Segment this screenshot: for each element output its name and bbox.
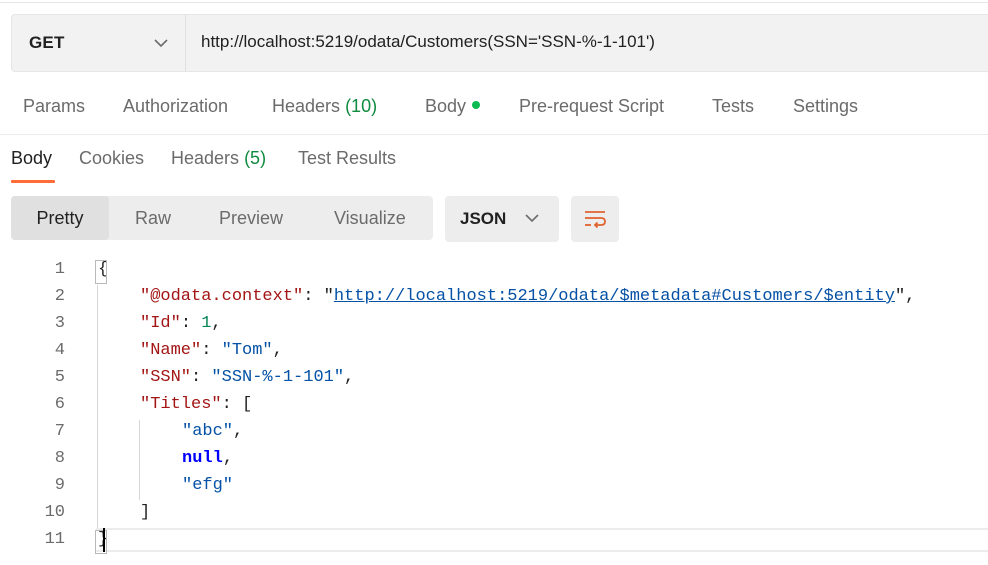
json-link[interactable]: http://localhost:5219/odata/$metadata#Cu… (334, 287, 895, 306)
code-line: 3 "Id": 1, (0, 311, 988, 338)
json-key: "Name" (140, 341, 202, 360)
json-key: "@odata.context" (140, 287, 304, 306)
url-input[interactable]: http://localhost:5219/odata/Customers(SS… (201, 32, 655, 52)
json-string: "SSN-%-1-101" (211, 368, 345, 387)
response-tab-body[interactable]: Body (11, 148, 52, 169)
method-divider (185, 15, 186, 71)
line-number: 2 (54, 287, 65, 306)
json-key: "SSN" (140, 368, 192, 387)
json-null: null (182, 449, 223, 468)
code-line: 7 "abc", (0, 419, 988, 446)
code-line: 4 "Name": "Tom", (0, 338, 988, 365)
view-raw-button[interactable]: Raw (135, 196, 171, 240)
json-open-bracket: [ (242, 395, 253, 414)
indent-guide (97, 285, 98, 528)
line-number: 9 (54, 476, 65, 495)
json-key: "Titles" (140, 395, 222, 414)
request-bar: GET http://localhost:5219/odata/Customer… (11, 14, 988, 72)
headers-count: (10) (345, 96, 378, 116)
tab-headers[interactable]: Headers (10) (272, 96, 377, 117)
json-string: "Tom" (221, 341, 273, 360)
code-line: 8 null, (0, 446, 988, 473)
line-number: 1 (54, 260, 65, 279)
bracket-match-highlight (95, 530, 107, 554)
json-close-bracket: ] (140, 503, 151, 522)
indent-guide (139, 420, 140, 500)
text-cursor (103, 528, 105, 552)
json-string: "efg" (182, 476, 234, 495)
tab-pre-request-script[interactable]: Pre-request Script (519, 96, 664, 117)
current-line-highlight (96, 528, 988, 552)
response-tab-headers[interactable]: Headers (5) (171, 148, 266, 169)
code-line: 2 "@odata.context": "http://localhost:52… (0, 284, 988, 311)
bracket-match-highlight (95, 260, 107, 284)
line-number: 5 (54, 368, 65, 387)
tab-settings[interactable]: Settings (793, 96, 858, 117)
active-tab-indicator (11, 180, 55, 183)
chevron-down-icon (154, 39, 168, 48)
line-number: 7 (54, 422, 65, 441)
response-headers-count: (5) (244, 148, 267, 168)
code-line: 1 { (0, 257, 988, 284)
code-line: 5 "SSN": "SSN-%-1-101", (0, 365, 988, 392)
tab-authorization[interactable]: Authorization (123, 96, 228, 117)
view-visualize-button[interactable]: Visualize (334, 196, 406, 240)
format-select[interactable]: JSON (445, 196, 559, 242)
tab-body[interactable]: Body (425, 96, 481, 117)
text-wrap-icon (585, 211, 606, 229)
code-line: 9 "efg" (0, 473, 988, 500)
view-mode-group: Pretty Raw Preview Visualize (11, 196, 433, 240)
wrap-lines-button[interactable] (571, 196, 619, 242)
json-string: "abc" (182, 422, 234, 441)
response-body-editor[interactable]: 1 { 2 "@odata.context": "http://localhos… (0, 256, 988, 565)
view-preview-button[interactable]: Preview (219, 196, 283, 240)
top-divider (0, 2, 988, 3)
tab-tests[interactable]: Tests (712, 96, 754, 117)
view-pretty-button[interactable]: Pretty (11, 196, 109, 240)
line-number: 6 (54, 395, 65, 414)
method-select[interactable]: GET (12, 15, 185, 71)
json-key: "Id" (140, 314, 181, 333)
method-label: GET (29, 33, 65, 52)
line-number: 10 (44, 503, 65, 522)
green-dot-icon (472, 101, 481, 109)
line-number: 8 (54, 449, 65, 468)
line-number: 4 (54, 341, 65, 360)
tab-params[interactable]: Params (23, 96, 85, 117)
code-line: 6 "Titles": [ (0, 392, 988, 419)
line-number: 11 (44, 530, 65, 549)
code-line: 10 ] (0, 500, 988, 527)
line-number: 3 (54, 314, 65, 333)
section-divider (0, 134, 988, 135)
chevron-down-icon (525, 214, 539, 223)
format-label: JSON (460, 209, 507, 228)
json-number: 1 (201, 314, 212, 333)
response-tab-test-results[interactable]: Test Results (298, 148, 396, 169)
response-tab-cookies[interactable]: Cookies (79, 148, 144, 169)
